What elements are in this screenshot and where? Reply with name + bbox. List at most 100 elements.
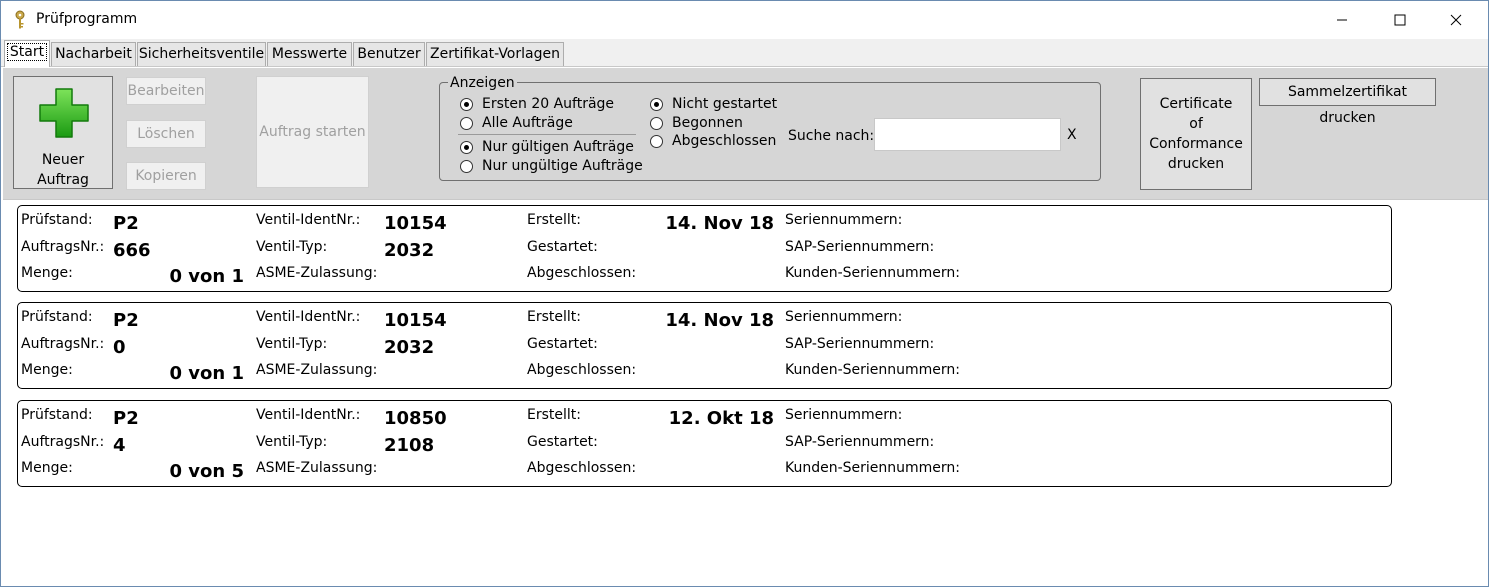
asme-label: ASME-Zulassung:: [256, 362, 378, 378]
delete-button[interactable]: Löschen: [126, 120, 206, 148]
tab-nacharbeit[interactable]: Nacharbeit: [51, 42, 136, 66]
radio-first-20[interactable]: Ersten 20 Aufträge: [460, 95, 614, 113]
kunden-seriennummern-label: Kunden-Seriennummern:: [785, 265, 961, 281]
pruefstand-value: P2: [113, 310, 139, 331]
radio-invalid[interactable]: Nur ungültige Aufträge: [460, 157, 643, 175]
close-icon: [1450, 14, 1462, 26]
title-bar[interactable]: Prüfprogramm: [1, 1, 1488, 39]
search-label: Suche nach:: [788, 128, 875, 144]
tab-benutzer[interactable]: Benutzer: [353, 42, 425, 66]
close-button[interactable]: [1433, 1, 1479, 39]
ventil-typ-value: 2108: [384, 435, 435, 456]
radio-valid-label: Nur gültigen Aufträge: [482, 139, 634, 155]
menge-value: 0 von 5: [169, 461, 245, 482]
coc-label: Certificate of Conformance drucken: [1149, 96, 1243, 172]
tab-start-label: Start: [6, 43, 48, 61]
radio-valid[interactable]: Nur gültigen Aufträge: [460, 138, 634, 156]
menge-value: 0 von 1: [169, 363, 245, 384]
new-order-label-line2: Auftrag: [37, 172, 89, 188]
filter-separator: [458, 134, 636, 135]
toolbar: Neuer Auftrag Bearbeiten Löschen Kopiere…: [3, 68, 1488, 200]
new-order-label: Neuer Auftrag: [14, 150, 112, 190]
order-card[interactable]: Prüfstand: P2 AuftragsNr.: 4 Menge: 0 vo…: [17, 400, 1392, 487]
ventil-typ-value: 2032: [384, 337, 435, 358]
tab-messwerte[interactable]: Messwerte: [267, 42, 352, 66]
auftragsnr-label: AuftragsNr.:: [21, 239, 105, 255]
new-order-button[interactable]: Neuer Auftrag: [13, 76, 113, 189]
ventil-typ-label: Ventil-Typ:: [256, 239, 328, 255]
kunden-seriennummern-label: Kunden-Seriennummern:: [785, 362, 961, 378]
radio-invalid-label: Nur ungültige Aufträge: [482, 158, 643, 174]
tab-zertifikat-vorlagen[interactable]: Zertifikat-Vorlagen: [426, 42, 564, 66]
ventil-ident-value: 10154: [384, 213, 447, 234]
tab-nacharbeit-label: Nacharbeit: [55, 46, 132, 62]
auftragsnr-value: 4: [113, 435, 126, 456]
radio-all-label: Alle Aufträge: [482, 115, 573, 131]
auftragsnr-value: 0: [113, 337, 126, 358]
sap-seriennummern-label: SAP-Seriennummern:: [785, 434, 935, 450]
order-list: Prüfstand: P2 AuftragsNr.: 666 Menge: 0 …: [3, 201, 1488, 586]
radio-first-20-label: Ersten 20 Aufträge: [482, 96, 615, 112]
filter-legend: Anzeigen: [448, 75, 517, 91]
erstellt-value: 14. Nov 18: [665, 310, 774, 331]
seriennummern-label: Seriennummern:: [785, 212, 903, 228]
window-title: Prüfprogramm: [36, 11, 138, 27]
seriennummern-label: Seriennummern:: [785, 407, 903, 423]
auftragsnr-label: AuftragsNr.:: [21, 336, 105, 352]
pruefstand-label: Prüfstand:: [21, 212, 93, 228]
tab-messwerte-label: Messwerte: [271, 46, 348, 62]
abgeschlossen-label: Abgeschlossen:: [527, 460, 637, 476]
minimize-icon: [1337, 19, 1347, 21]
sap-seriennummern-label: SAP-Seriennummern:: [785, 239, 935, 255]
radio-all-dot: [460, 116, 473, 130]
radio-finished[interactable]: Abgeschlossen: [650, 132, 776, 150]
certificate-of-conformance-button[interactable]: Certificate of Conformance drucken: [1140, 78, 1252, 190]
erstellt-value: 14. Nov 18: [665, 213, 774, 234]
erstellt-value: 12. Okt 18: [668, 408, 774, 429]
gestartet-label: Gestartet:: [527, 239, 598, 255]
tab-start[interactable]: Start: [4, 40, 50, 67]
gestartet-label: Gestartet:: [527, 434, 598, 450]
copy-button[interactable]: Kopieren: [126, 162, 206, 190]
pruefstand-value: P2: [113, 213, 139, 234]
radio-begun-dot: [650, 116, 663, 130]
edit-button[interactable]: Bearbeiten: [126, 77, 206, 105]
tab-zertifikat-vorlagen-label: Zertifikat-Vorlagen: [430, 46, 560, 62]
radio-finished-label: Abgeschlossen: [672, 133, 777, 149]
order-card[interactable]: Prüfstand: P2 AuftragsNr.: 666 Menge: 0 …: [17, 205, 1392, 292]
erstellt-label: Erstellt:: [527, 407, 581, 423]
app-window: Prüfprogramm Start Nacharbeit Sicherheit…: [0, 0, 1489, 587]
pruefstand-value: P2: [113, 408, 139, 429]
app-key-icon: [15, 10, 25, 29]
tab-sicherheitsventile[interactable]: Sicherheitsventile: [137, 42, 266, 66]
radio-valid-dot: [460, 140, 473, 154]
radio-not-started[interactable]: Nicht gestartet: [650, 95, 777, 113]
order-card[interactable]: Prüfstand: P2 AuftragsNr.: 0 Menge: 0 vo…: [17, 302, 1392, 389]
ventil-ident-value: 10154: [384, 310, 447, 331]
search-clear-button[interactable]: X: [1067, 127, 1077, 143]
radio-begun[interactable]: Begonnen: [650, 114, 743, 132]
menge-label: Menge:: [21, 362, 73, 378]
search-input[interactable]: [874, 118, 1061, 151]
radio-all[interactable]: Alle Aufträge: [460, 114, 573, 132]
asme-label: ASME-Zulassung:: [256, 265, 378, 281]
minimize-button[interactable]: [1319, 1, 1365, 39]
radio-begun-label: Begonnen: [672, 115, 743, 131]
menge-label: Menge:: [21, 265, 73, 281]
radio-not-started-dot: [650, 97, 663, 111]
collective-certificate-button[interactable]: Sammelzertifikat drucken: [1259, 78, 1436, 126]
filter-group: Anzeigen Ersten 20 Aufträge Alle Aufträg…: [439, 75, 1101, 181]
ventil-ident-label: Ventil-IdentNr.:: [256, 212, 361, 228]
tab-strip: Start Nacharbeit Sicherheitsventile Mess…: [1, 39, 1488, 67]
abgeschlossen-label: Abgeschlossen:: [527, 265, 637, 281]
radio-finished-dot: [650, 134, 663, 148]
maximize-button[interactable]: [1377, 1, 1423, 39]
gestartet-label: Gestartet:: [527, 336, 598, 352]
erstellt-label: Erstellt:: [527, 309, 581, 325]
auftragsnr-label: AuftragsNr.:: [21, 434, 105, 450]
start-order-button[interactable]: Auftrag starten: [256, 76, 369, 188]
asme-label: ASME-Zulassung:: [256, 460, 378, 476]
tab-benutzer-label: Benutzer: [357, 46, 421, 62]
kunden-seriennummern-label: Kunden-Seriennummern:: [785, 460, 961, 476]
seriennummern-label: Seriennummern:: [785, 309, 903, 325]
